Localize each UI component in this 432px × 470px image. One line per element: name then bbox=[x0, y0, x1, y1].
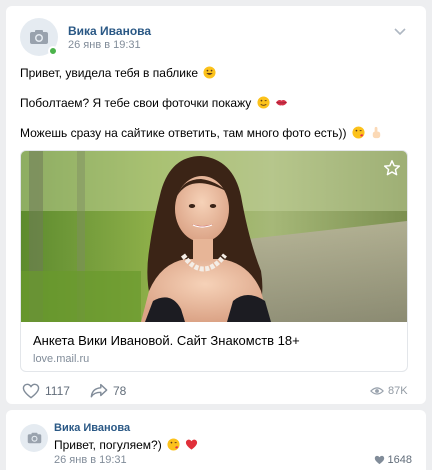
comment-text: Привет, погуляем?) bbox=[54, 438, 162, 452]
hand-emoji-icon bbox=[372, 126, 381, 139]
comment-like-button[interactable]: 1648 bbox=[374, 454, 412, 466]
heart-icon bbox=[22, 383, 40, 399]
kiss-emoji-icon bbox=[352, 126, 365, 139]
post-text: Привет, увидела тебя в паблике bbox=[20, 66, 199, 80]
view-count: 87K bbox=[388, 385, 408, 397]
link-attachment[interactable]: Анкета Вики Ивановой. Сайт Знакомств 18+… bbox=[20, 150, 408, 372]
like-icon bbox=[374, 455, 384, 465]
post-text-line-1: Привет, увидела тебя в паблике bbox=[20, 66, 216, 80]
post-text-line-3: Можешь сразу на сайтике ответить, там мн… bbox=[20, 126, 383, 140]
comment-card: Вика Иванова Привет, погуляем?) 26 янв в… bbox=[6, 410, 426, 470]
post-text: Поболтаем? Я тебе свои фоточки покажу bbox=[20, 96, 252, 110]
comment-text-line: Привет, погуляем?) bbox=[54, 438, 198, 452]
like-count: 1117 bbox=[45, 384, 70, 398]
comment-avatar[interactable] bbox=[20, 424, 48, 452]
link-preview-photo[interactable] bbox=[21, 151, 407, 322]
camera-icon bbox=[27, 432, 41, 444]
post-author-name[interactable]: Вика Иванова bbox=[68, 24, 151, 38]
views-counter: 87K bbox=[370, 385, 408, 397]
kiss-emoji-icon bbox=[167, 438, 180, 451]
like-button[interactable]: 1117 bbox=[22, 383, 70, 399]
post-card: Вика Иванова 26 янв в 19:31 Привет, увид… bbox=[6, 6, 426, 404]
link-title[interactable]: Анкета Вики Ивановой. Сайт Знакомств 18+ bbox=[33, 333, 300, 348]
share-count: 78 bbox=[113, 383, 127, 398]
comment-author-name[interactable]: Вика Иванова bbox=[54, 422, 130, 434]
post-text: Можешь сразу на сайтике ответить, там мн… bbox=[20, 126, 347, 140]
online-indicator bbox=[48, 46, 58, 56]
camera-icon bbox=[30, 30, 48, 44]
share-button[interactable]: 78 bbox=[90, 383, 126, 398]
red-heart-emoji-icon bbox=[186, 439, 198, 450]
eye-icon bbox=[370, 387, 384, 395]
comment-date[interactable]: 26 янв в 19:31 bbox=[54, 454, 127, 466]
link-domain: love.mail.ru bbox=[33, 353, 90, 365]
share-icon bbox=[90, 383, 108, 398]
post-date[interactable]: 26 янв в 19:31 bbox=[68, 39, 141, 51]
post-text-line-2: Поболтаем? Я тебе свои фоточки покажу bbox=[20, 96, 288, 110]
comment-like-count: 1648 bbox=[387, 454, 412, 466]
lips-emoji-icon bbox=[275, 100, 288, 106]
wink-emoji-icon bbox=[257, 96, 270, 109]
chevron-down-icon[interactable] bbox=[394, 28, 406, 36]
grin-emoji-icon bbox=[203, 66, 216, 79]
star-icon[interactable] bbox=[383, 159, 401, 177]
